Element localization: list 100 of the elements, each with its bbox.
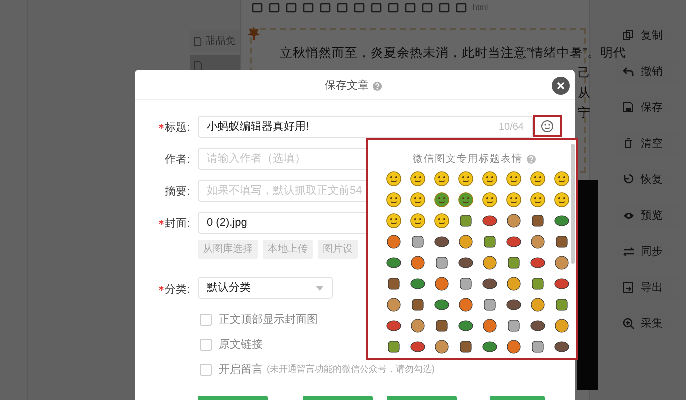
emoji-icon[interactable] xyxy=(458,297,474,313)
smiley-icon[interactable] xyxy=(506,192,522,208)
toolbar-icon xyxy=(286,3,297,13)
emoji-icon[interactable] xyxy=(482,234,498,250)
emoji-icon[interactable] xyxy=(410,297,426,313)
emoji-icon[interactable] xyxy=(458,318,474,334)
toolbar-icon xyxy=(320,3,331,13)
smiley-icon[interactable] xyxy=(554,171,570,187)
emoji-icon[interactable] xyxy=(506,297,522,313)
emoji-icon[interactable] xyxy=(458,255,474,271)
export-icon xyxy=(623,282,635,294)
emoji-icon[interactable] xyxy=(386,276,402,292)
toolbar-icon xyxy=(456,3,467,13)
emoji-icon[interactable] xyxy=(458,339,474,355)
toolbar-icon xyxy=(354,3,365,13)
emoji-icon[interactable] xyxy=(506,318,522,334)
emoji-icon[interactable] xyxy=(530,213,546,229)
emoji-icon[interactable] xyxy=(530,318,546,334)
emoji-icon[interactable] xyxy=(530,339,546,355)
emoji-icon[interactable] xyxy=(410,339,426,355)
cover-button[interactable]: 图片设 xyxy=(318,240,358,259)
emoji-icon[interactable] xyxy=(434,276,450,292)
smiley-icon[interactable] xyxy=(410,213,426,229)
smiley-icon[interactable] xyxy=(410,171,426,187)
checkbox[interactable] xyxy=(200,339,212,351)
emoji-icon[interactable] xyxy=(410,276,426,292)
smiley-icon[interactable] xyxy=(482,171,498,187)
smiley-icon[interactable] xyxy=(482,192,498,208)
emoji-icon[interactable] xyxy=(386,255,402,271)
emoji-icon[interactable] xyxy=(386,318,402,334)
emoji-icon[interactable] xyxy=(482,255,498,271)
checkbox[interactable] xyxy=(200,314,212,326)
smiley-icon[interactable] xyxy=(530,171,546,187)
emoji-icon[interactable] xyxy=(410,234,426,250)
emoji-icon[interactable] xyxy=(434,297,450,313)
emoji-icon[interactable] xyxy=(530,255,546,271)
emoji-button[interactable] xyxy=(533,115,562,137)
cover-button[interactable]: 从图库选择 xyxy=(198,240,258,259)
smiley-icon[interactable] xyxy=(434,171,450,187)
emoji-icon[interactable] xyxy=(554,318,570,334)
panel-title: 微信图文专用标题表情 xyxy=(413,152,523,167)
checkbox-label: 原文链接 xyxy=(219,338,263,353)
emoji-icon[interactable] xyxy=(530,297,546,313)
emoji-icon[interactable] xyxy=(554,339,570,355)
emoji-icon[interactable] xyxy=(506,276,522,292)
smiley-icon[interactable] xyxy=(458,192,474,208)
smiley-icon[interactable] xyxy=(434,213,450,229)
cover-button[interactable]: 本地上传 xyxy=(263,240,313,259)
help-icon xyxy=(527,155,536,164)
emoji-icon[interactable] xyxy=(554,234,570,250)
required-icon xyxy=(158,220,164,225)
smiley-icon[interactable] xyxy=(458,171,474,187)
emoji-icon[interactable] xyxy=(506,255,522,271)
smiley-icon[interactable] xyxy=(386,192,402,208)
emoji-icon[interactable] xyxy=(554,297,570,313)
smiley-icon[interactable] xyxy=(386,213,402,229)
emoji-icon[interactable] xyxy=(482,213,498,229)
emoji-icon[interactable] xyxy=(386,297,402,313)
emoji-icon[interactable] xyxy=(482,276,498,292)
close-button[interactable] xyxy=(552,77,570,95)
field-label: 作者: xyxy=(164,153,190,168)
emoji-icon[interactable] xyxy=(458,234,474,250)
toolbar-icon xyxy=(422,3,433,13)
toolbar-icon xyxy=(371,3,382,13)
emoji-icon[interactable] xyxy=(506,213,522,229)
checkbox[interactable] xyxy=(200,364,212,376)
smiley-icon[interactable] xyxy=(434,192,450,208)
restore-icon xyxy=(623,174,635,186)
emoji-icon[interactable] xyxy=(386,339,402,355)
emoji-icon[interactable] xyxy=(434,339,450,355)
emoji-icon[interactable] xyxy=(434,234,450,250)
input-field[interactable]: 小蚂蚁编辑器真好用! 10/64 xyxy=(198,116,533,138)
scrollbar[interactable] xyxy=(571,144,575,264)
emoji-icon[interactable] xyxy=(458,213,474,229)
checkbox-label: 开启留言 xyxy=(219,362,263,378)
emoji-icon[interactable] xyxy=(482,297,498,313)
smiley-icon[interactable] xyxy=(530,192,546,208)
emoji-icon[interactable] xyxy=(458,276,474,292)
emoji-icon[interactable] xyxy=(434,255,450,271)
emoji-icon[interactable] xyxy=(410,318,426,334)
emoji-icon[interactable] xyxy=(482,339,498,355)
smiley-icon[interactable] xyxy=(506,171,522,187)
emoji-icon[interactable] xyxy=(554,255,570,271)
smiley-icon[interactable] xyxy=(386,171,402,187)
emoji-icon[interactable] xyxy=(530,276,546,292)
emoji-icon[interactable] xyxy=(434,318,450,334)
emoji-icon[interactable] xyxy=(554,213,570,229)
smiley-icon[interactable] xyxy=(554,192,570,208)
emoji-icon[interactable] xyxy=(554,276,570,292)
document-icon xyxy=(194,60,203,72)
emoji-icon[interactable] xyxy=(506,339,522,355)
emoji-icon[interactable] xyxy=(530,234,546,250)
toolbar-icon xyxy=(439,3,450,13)
emoji-icon[interactable] xyxy=(506,234,522,250)
emoji-icon[interactable] xyxy=(386,234,402,250)
emoji-icon[interactable] xyxy=(410,255,426,271)
category-select[interactable]: 默认分类 xyxy=(198,277,333,299)
emoji-icon[interactable] xyxy=(482,318,498,334)
smiley-icon[interactable] xyxy=(410,192,426,208)
character-counter: 10/64 xyxy=(498,120,524,134)
